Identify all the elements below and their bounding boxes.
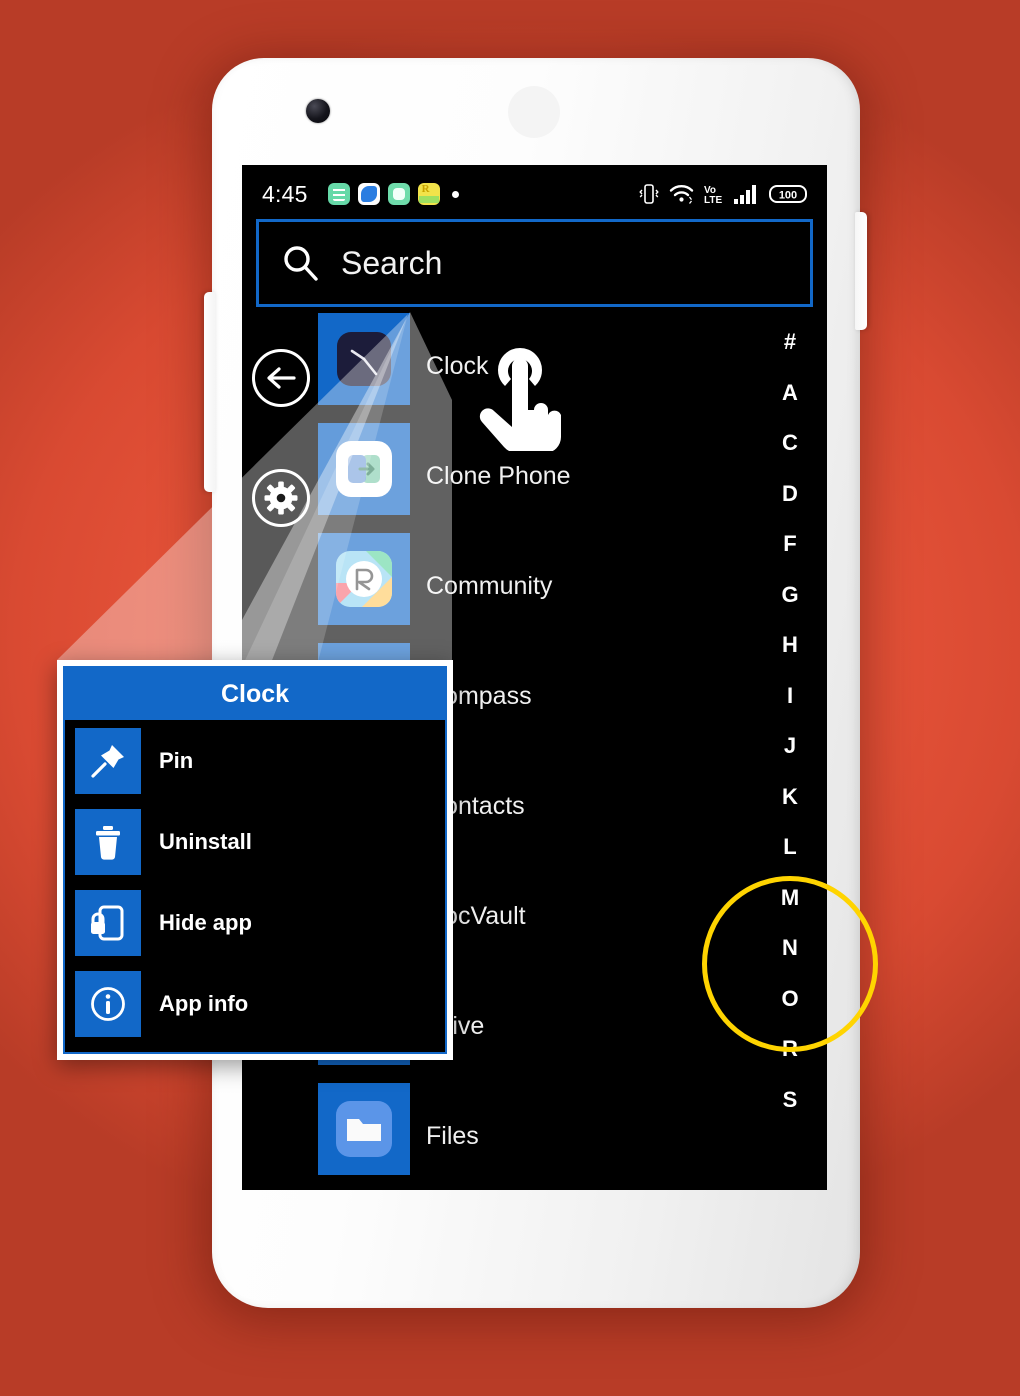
screenshot-stage: 4:45 Vo [0, 0, 1020, 1396]
alpha-index-s[interactable]: S [767, 1075, 813, 1126]
app-tile [318, 1083, 410, 1175]
menu-item-pin[interactable]: Pin [65, 720, 445, 801]
back-arrow-icon [267, 367, 296, 389]
app-icon [387, 183, 410, 205]
status-bar-right: Vo LTE 100 [639, 182, 807, 206]
menu-item-label: Uninstall [159, 828, 252, 854]
status-bar-left: 4:45 [262, 181, 459, 208]
gear-icon [264, 481, 298, 515]
menu-item-hide-app[interactable]: Hide app [65, 882, 445, 963]
wifi-icon [669, 185, 694, 204]
menu-item-app-info[interactable]: App info [65, 963, 445, 1044]
volume-button[interactable] [204, 292, 216, 492]
realme-community-icon [336, 551, 392, 607]
app-list-item-community[interactable]: Community [242, 531, 827, 641]
alpha-index-hash[interactable]: # [767, 317, 813, 368]
hide-app-lock-icon [91, 905, 124, 940]
alpha-index-j[interactable]: J [767, 721, 813, 772]
front-camera [306, 99, 330, 123]
notification-dot-icon [451, 190, 459, 198]
back-button[interactable] [252, 349, 310, 407]
app-name: Files [426, 1121, 479, 1150]
menu-item-label: Pin [159, 747, 194, 773]
battery-level-text: 100 [779, 190, 797, 202]
battery-icon: 100 [769, 185, 807, 203]
menu-icon-wrap [75, 889, 141, 956]
search-placeholder: Search [341, 244, 443, 281]
alpha-index-c[interactable]: C [767, 418, 813, 469]
alpha-index-f[interactable]: F [767, 519, 813, 570]
alpha-index-d[interactable]: D [767, 469, 813, 520]
calculator-icon [327, 183, 350, 205]
status-bar-clock: 4:45 [262, 180, 308, 207]
alpha-index-k[interactable]: K [767, 772, 813, 823]
alpha-index-l[interactable]: L [767, 822, 813, 873]
alpha-index-g[interactable]: G [767, 570, 813, 621]
earpiece-speaker [508, 86, 560, 138]
settings-button[interactable] [252, 469, 310, 527]
rupee-offer-icon [417, 183, 440, 205]
highlight-ring [702, 876, 878, 1052]
browser-icon [357, 183, 380, 205]
app-list-item-files[interactable]: Files [242, 1081, 827, 1190]
files-icon [336, 1101, 392, 1157]
clone-phone-icon [336, 441, 392, 497]
menu-item-uninstall[interactable]: Uninstall [65, 801, 445, 882]
app-tile [318, 313, 410, 405]
app-tile [318, 423, 410, 515]
menu-icon-wrap [75, 970, 141, 1037]
search-icon [284, 246, 318, 281]
context-menu-dialog: Clock Pin Uninstall Hide app App info [57, 660, 453, 1060]
context-menu-title: Clock [65, 668, 445, 720]
menu-icon-wrap [75, 808, 141, 875]
status-bar: 4:45 Vo [242, 165, 827, 223]
alpha-index-i[interactable]: I [767, 671, 813, 722]
menu-item-label: App info [159, 990, 249, 1016]
search-input[interactable]: Search [256, 219, 813, 307]
info-icon [91, 986, 125, 1021]
pin-icon [91, 744, 124, 778]
signal-icon [734, 185, 756, 204]
app-name: Clone Phone [426, 461, 571, 490]
alpha-index-h[interactable]: H [767, 620, 813, 671]
power-button[interactable] [855, 212, 867, 330]
menu-item-label: Hide app [159, 909, 252, 935]
clock-icon [337, 332, 391, 386]
volte-icon: Vo LTE [704, 185, 722, 205]
menu-icon-wrap [75, 727, 141, 794]
context-menu-body: Clock Pin Uninstall Hide app App info [63, 666, 447, 1054]
alpha-index-a[interactable]: A [767, 368, 813, 419]
tap-hand-icon [479, 348, 561, 451]
trash-icon [96, 825, 120, 860]
app-tile [318, 533, 410, 625]
svg-text:LTE: LTE [704, 195, 722, 205]
vibrate-icon [639, 184, 659, 204]
app-name: Community [426, 571, 553, 600]
